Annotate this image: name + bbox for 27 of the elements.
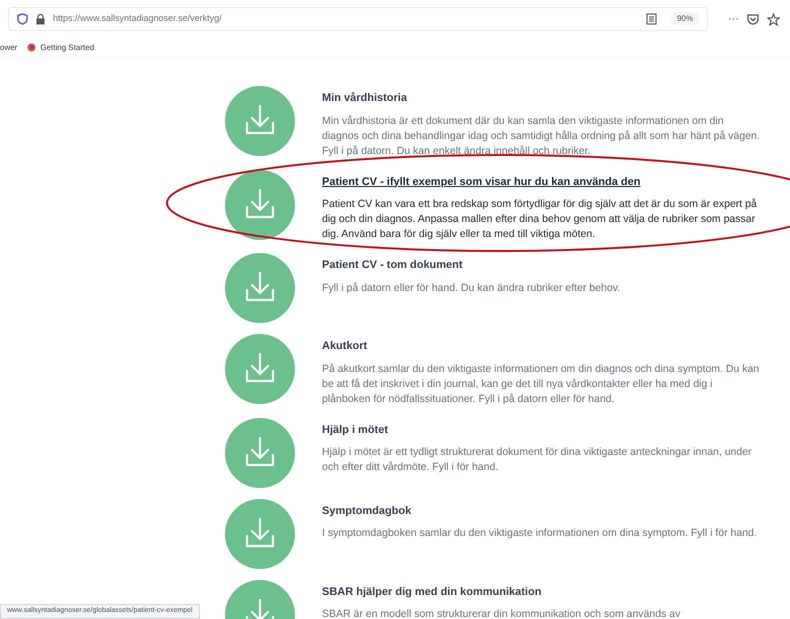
- section-title: Patient CV - tom dokument: [322, 258, 464, 273]
- lock-icon: [36, 14, 45, 24]
- section-title: SBAR hjälper dig med din kommunikation: [322, 584, 542, 600]
- bookmark-link[interactable]: ower: [0, 42, 18, 54]
- description-text: I symptomdagboken samlar du den viktigaste informationen om dina symptom. Fyll i för hand.: [322, 526, 757, 541]
- description-text: På akutkort samlar du den viktigaste informationen om din diagnos och dina symptom. Du kan be att få det inskrivet i din journal, kan ge det till nya vårdkontakter eller ha med dig i plånboken för nödfallssituationer. Fyll i på datorn eller för hand.: [322, 362, 760, 406]
- section-title: Min vårdhistoria: [322, 91, 408, 106]
- document-link[interactable]: Patient CV - ifyllt exempel som visar hur du kan använda den: [322, 174, 762, 190]
- download-icon[interactable]: [225, 170, 295, 240]
- section-title: Akutkort: [322, 339, 368, 354]
- star-icon[interactable]: [767, 12, 780, 26]
- zoom-level[interactable]: 90%: [670, 13, 699, 25]
- bookmark-link[interactable]: Getting Started: [40, 42, 94, 54]
- description-text: Patient CV kan vara ett bra redskap som förtydligar för dig själv att det är du som är expert på dig och din diagnos. Anpassa mallen efter dina behov genom att välja de rubriker som passar dig. Använd bara för dig själv eller ta med till viktiga möten.: [322, 197, 758, 242]
- description-text: Min vårdhistoria är ett dokument där du kan samla den viktigaste informationen om din diagnos och dina behandlingar idag och samtidigt hålla ordning på allt som har hänt på vägen. Fyll i på datorn. Du kan enkelt ändra innehåll och rubriker.: [322, 114, 761, 158]
- address-bar[interactable]: https://www.sallsyntadiagnoser.se/verktyg/ 90%: [8, 7, 708, 31]
- shield-icon: [17, 13, 28, 25]
- section-title: Symptomdagbok: [322, 504, 412, 518]
- page-actions-menu[interactable]: ···: [728, 10, 739, 28]
- section-title: Hjälp i mötet: [322, 422, 390, 438]
- description-text: SBAR är en modell som strukturerar din kommunikation och som används av: [322, 607, 680, 619]
- url-text: https://www.sallsyntadiagnoser.se/verktyg/: [53, 12, 223, 26]
- reader-view-icon[interactable]: [646, 13, 657, 25]
- description-text: Fyll i på datorn eller för hand. Du kan ändra rubriker efter behov.: [322, 280, 620, 296]
- firefox-logo-icon: [27, 43, 36, 52]
- pocket-icon[interactable]: [747, 14, 759, 24]
- description-text: Hjälp i mötet är ett tydligt strukturerat dokument för dina viktigaste anteckningar innan, under och efter ditt vårdmöte. Fyll i för hand.: [322, 445, 753, 475]
